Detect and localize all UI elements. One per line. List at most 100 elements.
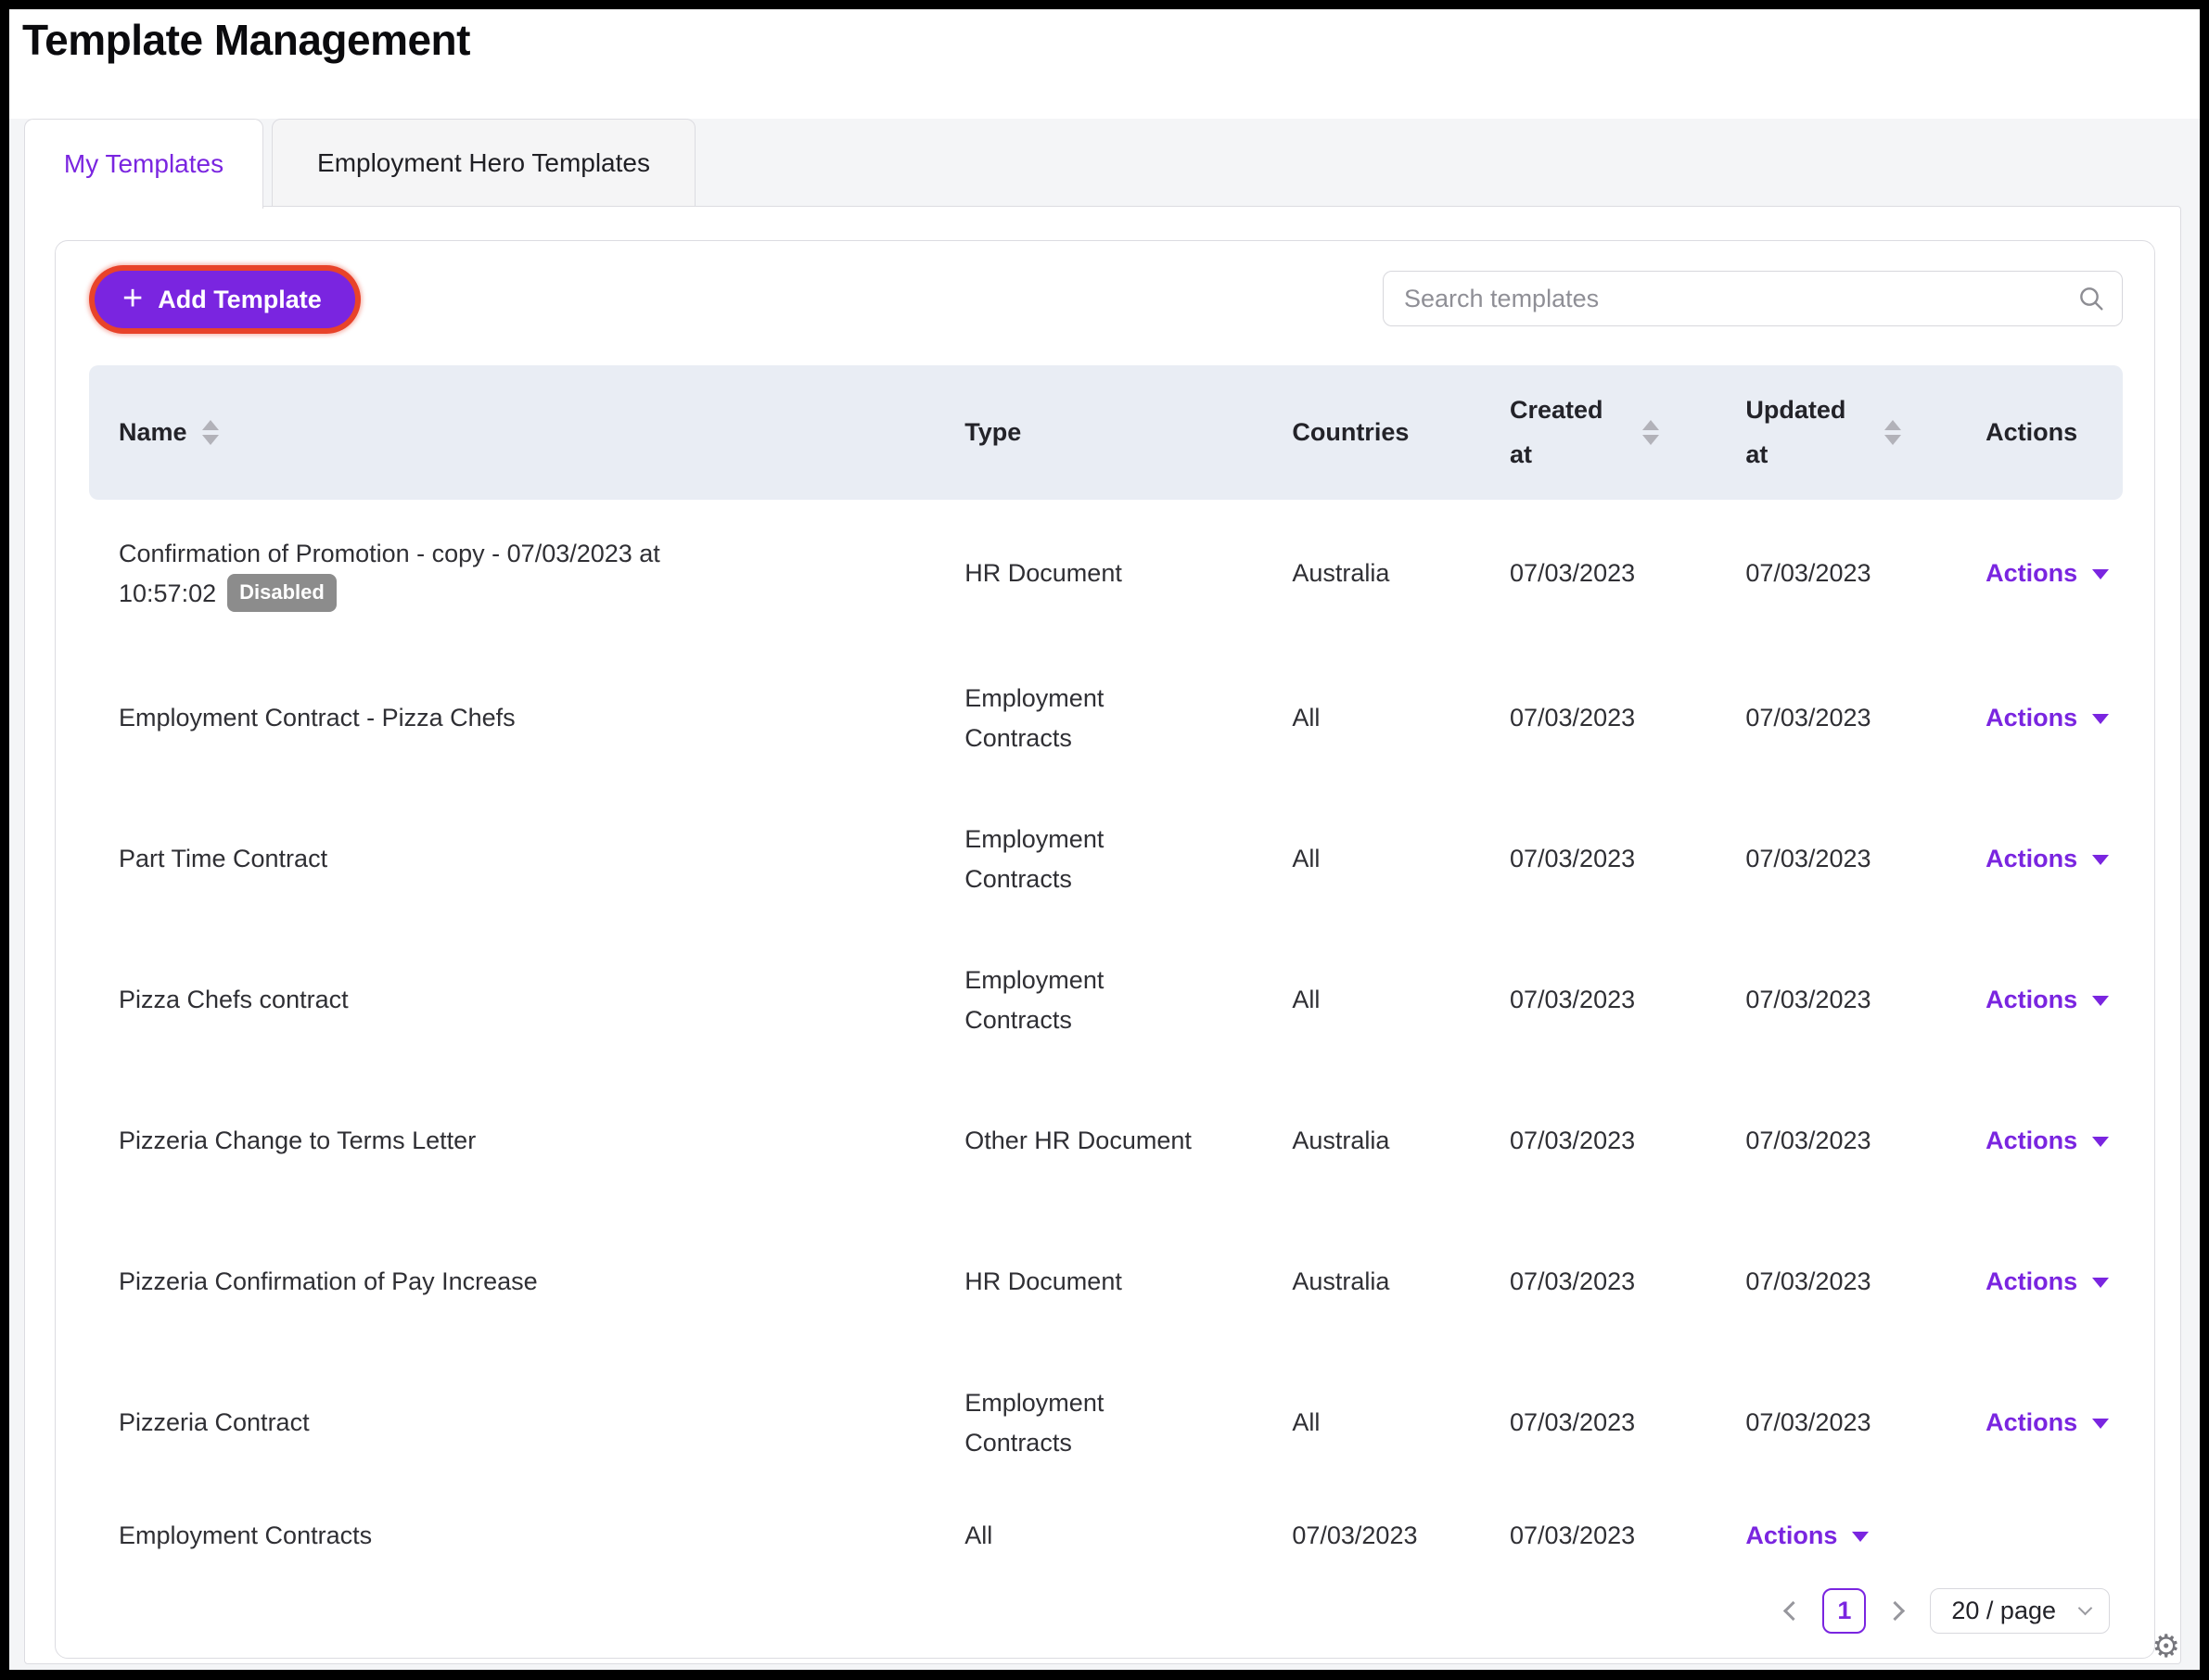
table-cell: 07/03/2023 xyxy=(1716,1121,1956,1161)
table-row: Confirmation of Promotion - copy - 07/03… xyxy=(89,500,2123,648)
cell-text: 07/03/2023 xyxy=(1510,839,1635,879)
table-cell: 07/03/2023 xyxy=(1480,1403,1716,1443)
actions-label: Actions xyxy=(1986,1403,2077,1443)
table-row: Employment Contracts All 07/03/202307/03/2… xyxy=(89,1494,2123,1579)
cell-text: Confirmation of Promotion - copy - 07/03… xyxy=(119,534,749,614)
table-cell: Employment Contracts xyxy=(935,679,1262,758)
actions-dropdown[interactable]: Actions xyxy=(1986,554,2109,593)
column-header-updated-at[interactable]: Updated at xyxy=(1716,388,1956,477)
gear-icon[interactable]: ⚙ xyxy=(2152,1631,2180,1662)
actions-dropdown[interactable]: Actions xyxy=(1986,839,2109,879)
table-cell: 07/03/2023 xyxy=(1480,554,1716,593)
caret-down-icon xyxy=(2092,996,2109,1006)
cell-text: Employment Contract - Pizza Chefs xyxy=(119,698,516,738)
table-cell: Pizzeria Confirmation of Pay Increase xyxy=(89,1262,935,1302)
page-size-select[interactable]: 20 / page xyxy=(1930,1588,2110,1634)
caret-down-icon xyxy=(2092,569,2109,579)
cell-text: 07/03/2023 xyxy=(1745,698,1871,738)
sort-icon[interactable] xyxy=(1642,420,1659,445)
page-number-button[interactable]: 1 xyxy=(1822,1588,1866,1634)
add-template-button[interactable]: + Add Template xyxy=(95,271,355,328)
table-cell: Pizzeria Contract xyxy=(89,1403,935,1443)
table-cell: Australia xyxy=(1262,554,1480,593)
search-icon[interactable] xyxy=(2076,284,2106,318)
column-label: Created at xyxy=(1510,388,1603,477)
tab-employment-hero-templates[interactable]: Employment Hero Templates xyxy=(272,119,696,207)
cell-text: 07/03/2023 xyxy=(1745,554,1871,593)
table-row: Employment Contract - Pizza Chefs Employm… xyxy=(89,648,2123,789)
table-row: Pizza Chefs contract Employment Contracts… xyxy=(89,930,2123,1071)
page-title: Template Management xyxy=(22,15,470,65)
chevron-right-icon[interactable] xyxy=(1885,1601,1905,1621)
tab-my-templates[interactable]: My Templates xyxy=(24,119,263,209)
table-cell: Pizzeria Change to Terms Letter xyxy=(89,1121,935,1161)
cell-text: 07/03/2023 xyxy=(1745,1403,1871,1443)
pagination: 1 20 / page xyxy=(89,1588,2123,1634)
caret-down-icon xyxy=(1852,1532,1869,1542)
table-cell: Australia xyxy=(1262,1121,1480,1161)
search-input[interactable] xyxy=(1383,271,2123,326)
cell-text: 07/03/2023 xyxy=(1510,1121,1635,1161)
cell-text: Part Time Contract xyxy=(119,839,327,879)
table-cell: HR Document xyxy=(935,1262,1262,1302)
cell-text: 07/03/2023 xyxy=(1745,839,1871,879)
column-label: Actions xyxy=(1986,418,2077,447)
table-header-row: NameTypeCountriesCreated atUpdated atAct… xyxy=(89,365,2123,500)
cell-text: Australia xyxy=(1292,554,1389,593)
actions-label: Actions xyxy=(1745,1516,1837,1556)
actions-dropdown[interactable]: Actions xyxy=(1986,1262,2109,1302)
cell-text: Australia xyxy=(1292,1262,1389,1302)
caret-down-icon xyxy=(2092,1278,2109,1288)
cell-text: All xyxy=(1292,980,1320,1020)
column-header-name[interactable]: Name xyxy=(89,418,935,447)
cell-text: All xyxy=(964,1516,992,1556)
actions-dropdown[interactable]: Actions xyxy=(1986,698,2109,738)
table-cell: Actions xyxy=(1956,698,2123,738)
actions-dropdown[interactable]: Actions xyxy=(1986,1403,2109,1443)
actions-dropdown[interactable]: Actions xyxy=(1745,1516,1869,1556)
cell-text: 07/03/2023 xyxy=(1510,1403,1635,1443)
cell-text: Pizza Chefs contract xyxy=(119,980,349,1020)
tab-label: My Templates xyxy=(64,149,223,179)
actions-dropdown[interactable]: Actions xyxy=(1986,1121,2109,1161)
tab-content-pane: + Add Template NameTypeCountriesCreated … xyxy=(24,206,2181,1664)
table-cell: 07/03/2023 xyxy=(1480,1121,1716,1161)
table-cell: Employment Contracts xyxy=(935,961,1262,1040)
column-header-actions: Actions xyxy=(1956,418,2123,447)
table-cell: Employment Contracts xyxy=(935,820,1262,899)
cell-text: HR Document xyxy=(964,1262,1122,1302)
table-cell: Other HR Document xyxy=(935,1121,1262,1161)
column-header-countries: Countries xyxy=(1262,418,1480,447)
column-label: Updated at xyxy=(1745,388,1845,477)
cell-text: Employment Contracts xyxy=(964,820,1196,899)
caret-down-icon xyxy=(2092,714,2109,724)
table-cell: Actions xyxy=(1956,1403,2123,1443)
table-cell: Australia xyxy=(1262,1262,1480,1302)
table-cell: 07/03/2023 xyxy=(1480,839,1716,879)
cell-text: Employment Contracts xyxy=(119,1516,372,1556)
table-cell: 07/03/2023 xyxy=(1480,1516,1716,1556)
table-cell: All xyxy=(935,1516,1262,1556)
cell-text: Pizzeria Confirmation of Pay Increase xyxy=(119,1262,538,1302)
actions-dropdown[interactable]: Actions xyxy=(1986,980,2109,1020)
actions-label: Actions xyxy=(1986,839,2077,879)
cell-text: 07/03/2023 xyxy=(1510,554,1635,593)
table-row: Pizzeria Change to Terms LetterOther HR … xyxy=(89,1071,2123,1212)
status-badge: Disabled xyxy=(227,574,337,612)
table-cell: Employment Contract - Pizza Chefs xyxy=(89,698,935,738)
table-row: Pizzeria Confirmation of Pay Increase HR … xyxy=(89,1212,2123,1353)
table-cell: All xyxy=(1262,698,1480,738)
table-cell: 07/03/2023 xyxy=(1262,1516,1480,1556)
cell-text: 07/03/2023 xyxy=(1510,1262,1635,1302)
templates-card: + Add Template NameTypeCountriesCreated … xyxy=(55,240,2155,1659)
chevron-left-icon[interactable] xyxy=(1783,1601,1803,1621)
table-cell xyxy=(1956,1516,2123,1556)
column-header-created-at[interactable]: Created at xyxy=(1480,388,1716,477)
cell-text: Employment Contracts xyxy=(964,679,1196,758)
table-cell: Actions xyxy=(1956,1262,2123,1302)
sort-icon[interactable] xyxy=(202,420,219,445)
cell-text: Employment Contracts xyxy=(964,961,1196,1040)
sort-icon[interactable] xyxy=(1884,420,1901,445)
table-cell: 07/03/2023 xyxy=(1716,980,1956,1020)
chevron-down-icon xyxy=(2078,1601,2093,1616)
